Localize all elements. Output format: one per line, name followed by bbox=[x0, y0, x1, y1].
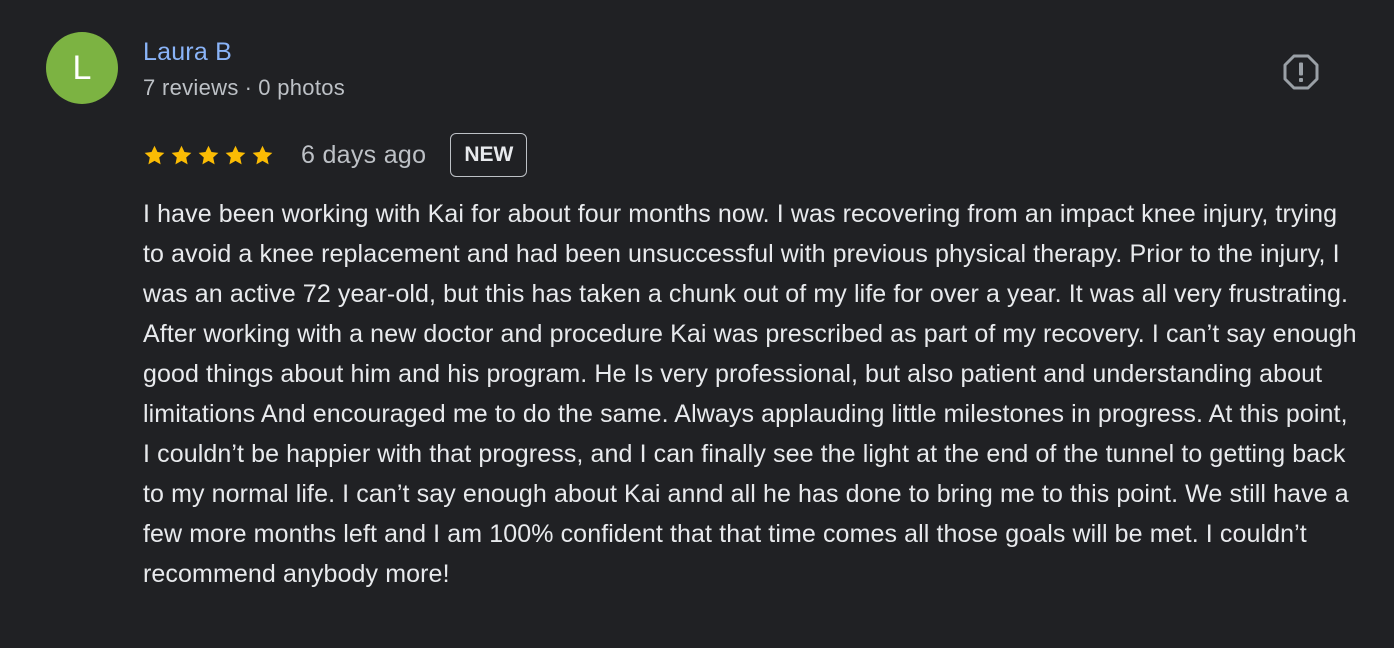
meta-separator: · bbox=[244, 75, 253, 100]
star-icon bbox=[144, 145, 165, 164]
review-text: I have been working with Kai for about f… bbox=[143, 200, 1357, 588]
star-rating bbox=[143, 144, 274, 167]
star-icon bbox=[171, 145, 192, 164]
reviews-count: 7 reviews bbox=[143, 75, 239, 100]
avatar[interactable]: L bbox=[46, 32, 118, 104]
star-icon bbox=[252, 145, 273, 164]
star-icon bbox=[225, 145, 246, 164]
rating-row: 6 days ago NEW bbox=[143, 131, 528, 179]
new-badge: NEW bbox=[450, 133, 528, 177]
photos-count: 0 photos bbox=[258, 75, 346, 100]
reviewer-meta: 7 reviews · 0 photos bbox=[143, 75, 345, 101]
review-date: 6 days ago bbox=[301, 140, 427, 169]
report-flag-icon[interactable] bbox=[1283, 54, 1319, 90]
star-icon bbox=[198, 145, 219, 164]
reviewer-name-link[interactable]: Laura B bbox=[143, 37, 232, 67]
avatar-letter: L bbox=[72, 49, 92, 87]
